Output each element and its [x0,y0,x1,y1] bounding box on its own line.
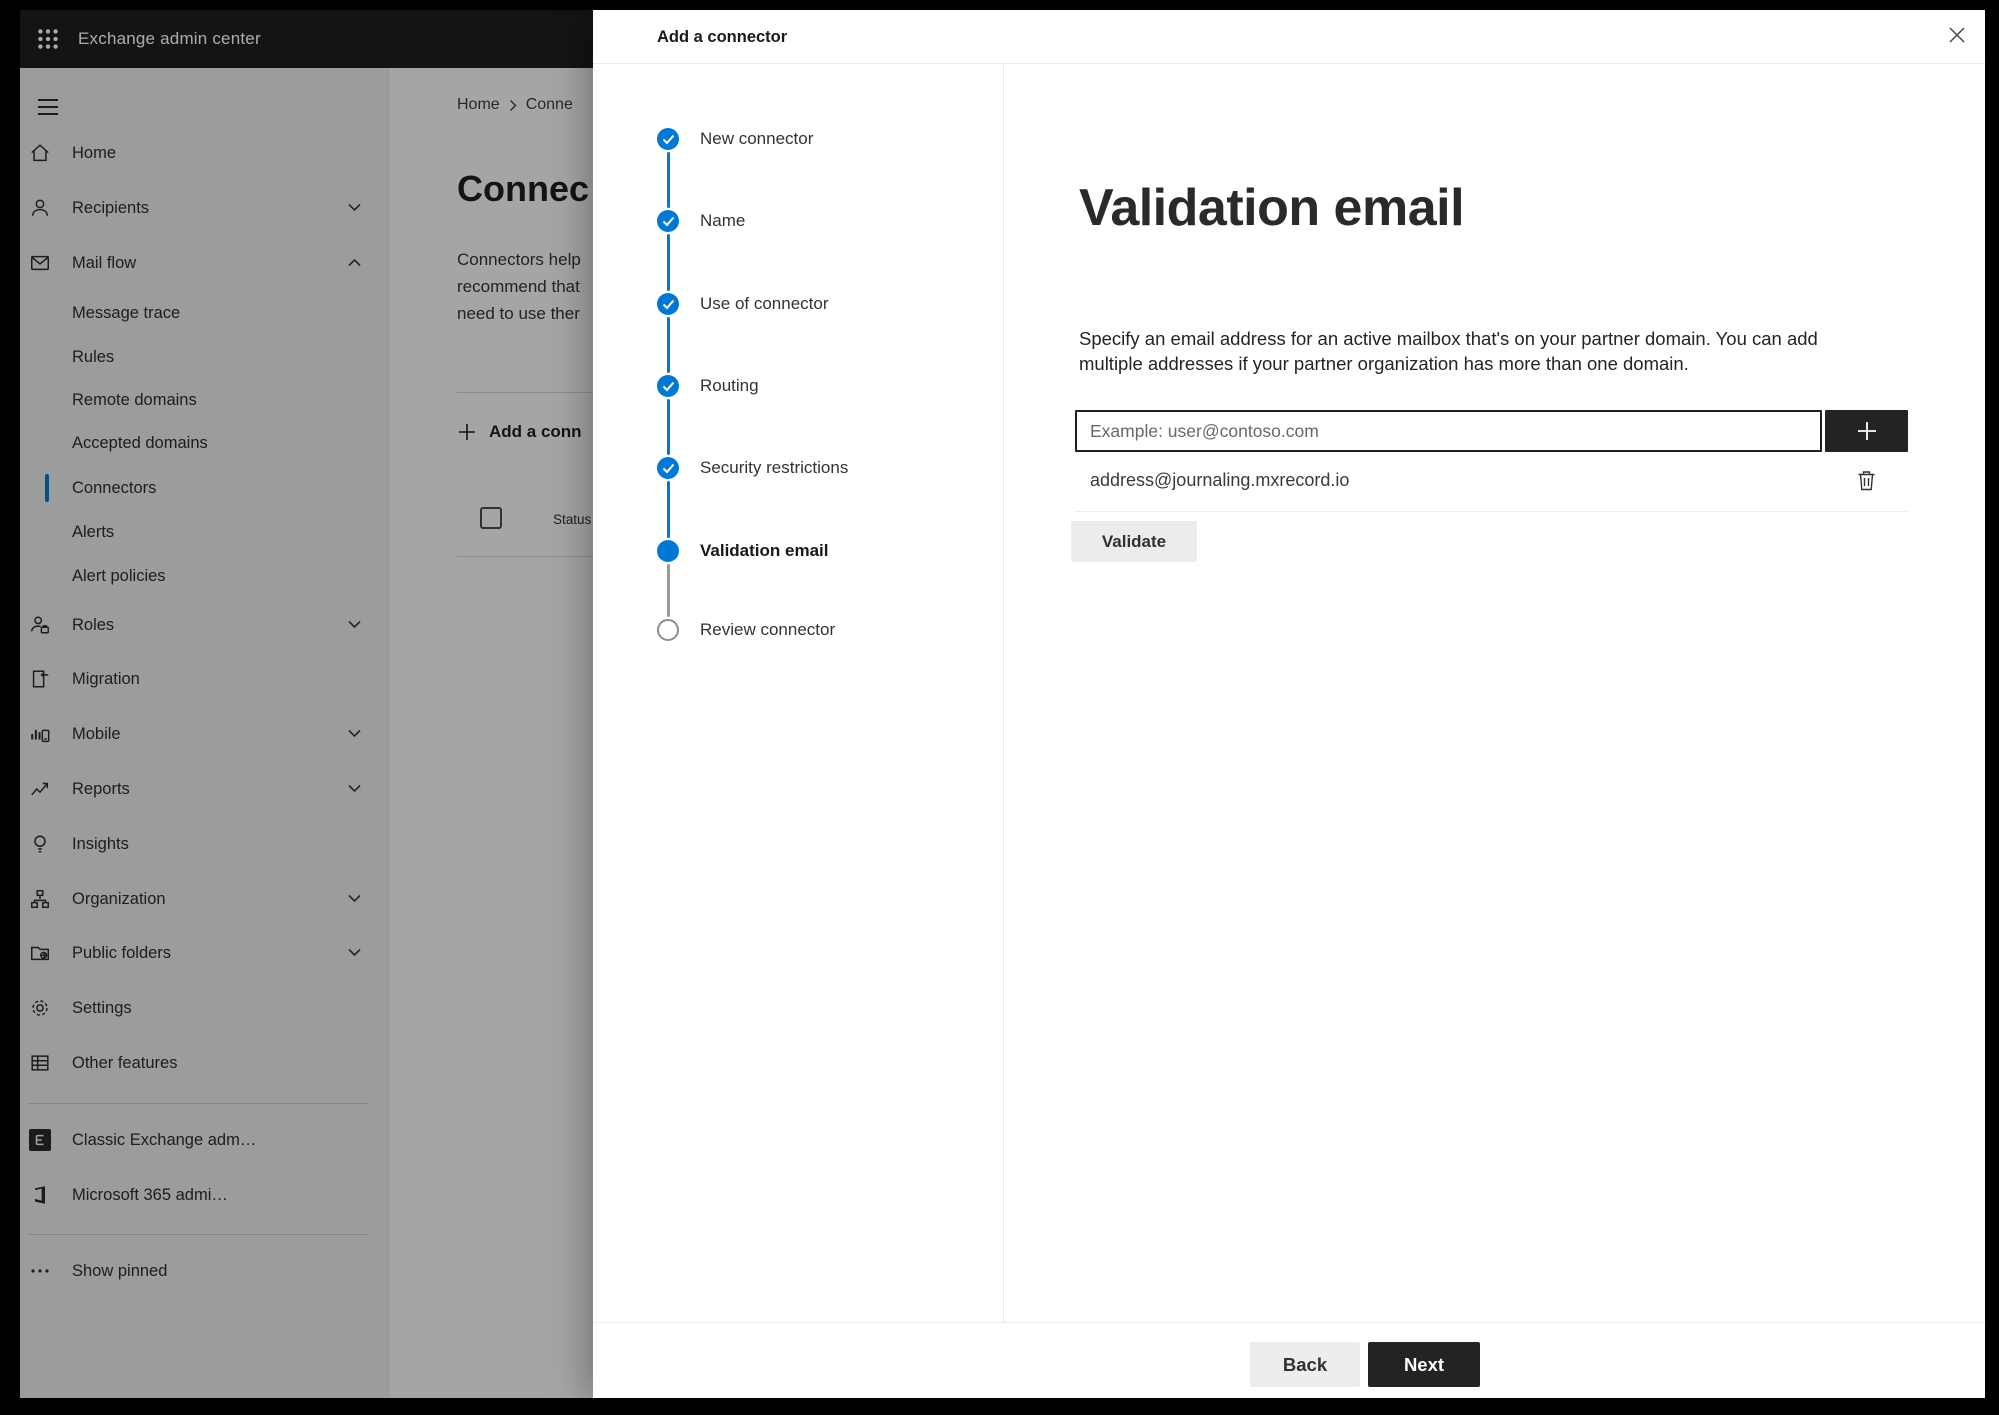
trash-icon[interactable] [1850,464,1882,496]
step-review-connector[interactable]: Review connector [643,608,983,652]
step-label: Validation email [700,541,829,560]
step-done-check-icon [657,375,679,397]
step-done-check-icon [657,457,679,479]
add-email-button[interactable] [1825,410,1908,452]
description-line: Specify an email address for an active m… [1079,328,1818,349]
validation-email-input[interactable] [1075,410,1822,452]
email-address-value: address@journaling.mxrecord.io [1090,469,1350,490]
divider [1075,511,1908,512]
step-validation-email[interactable]: Validation email [643,529,983,573]
step-use-of-connector[interactable]: Use of connector [643,282,983,326]
step-security-restrictions[interactable]: Security restrictions [643,446,983,490]
screenshot-frame: Exchange admin center Home Recipients Ma… [0,0,1999,1415]
step-description: Specify an email address for an active m… [1079,326,1818,376]
validate-button[interactable]: Validate [1071,521,1197,562]
step-done-check-icon [657,210,679,232]
step-done-check-icon [657,293,679,315]
add-connector-wizard-panel: Add a connector New connector Name Use o… [593,10,1985,1398]
close-icon[interactable] [1941,19,1973,51]
step-label: Review connector [700,620,836,639]
next-button[interactable]: Next [1368,1342,1480,1387]
step-label: Use of connector [700,294,829,313]
email-address-row: address@journaling.mxrecord.io [1075,458,1908,502]
step-done-check-icon [657,128,679,150]
step-label: Security restrictions [700,458,849,477]
divider [1003,64,1004,1322]
back-button[interactable]: Back [1250,1342,1360,1387]
divider [593,1322,1985,1323]
step-todo-icon [657,619,679,641]
description-line: multiple addresses if your partner organ… [1079,353,1689,374]
step-heading: Validation email [1079,179,1465,237]
app-window: Exchange admin center Home Recipients Ma… [20,10,1985,1398]
step-routing[interactable]: Routing [643,364,983,408]
step-label: New connector [700,129,814,148]
plus-icon [1857,422,1876,440]
step-label: Routing [700,376,759,395]
wizard-title: Add a connector [657,28,788,46]
step-name[interactable]: Name [643,199,983,243]
divider [593,63,1985,64]
step-current-icon [657,540,679,562]
step-label: Name [700,211,746,230]
step-new-connector[interactable]: New connector [643,117,983,161]
